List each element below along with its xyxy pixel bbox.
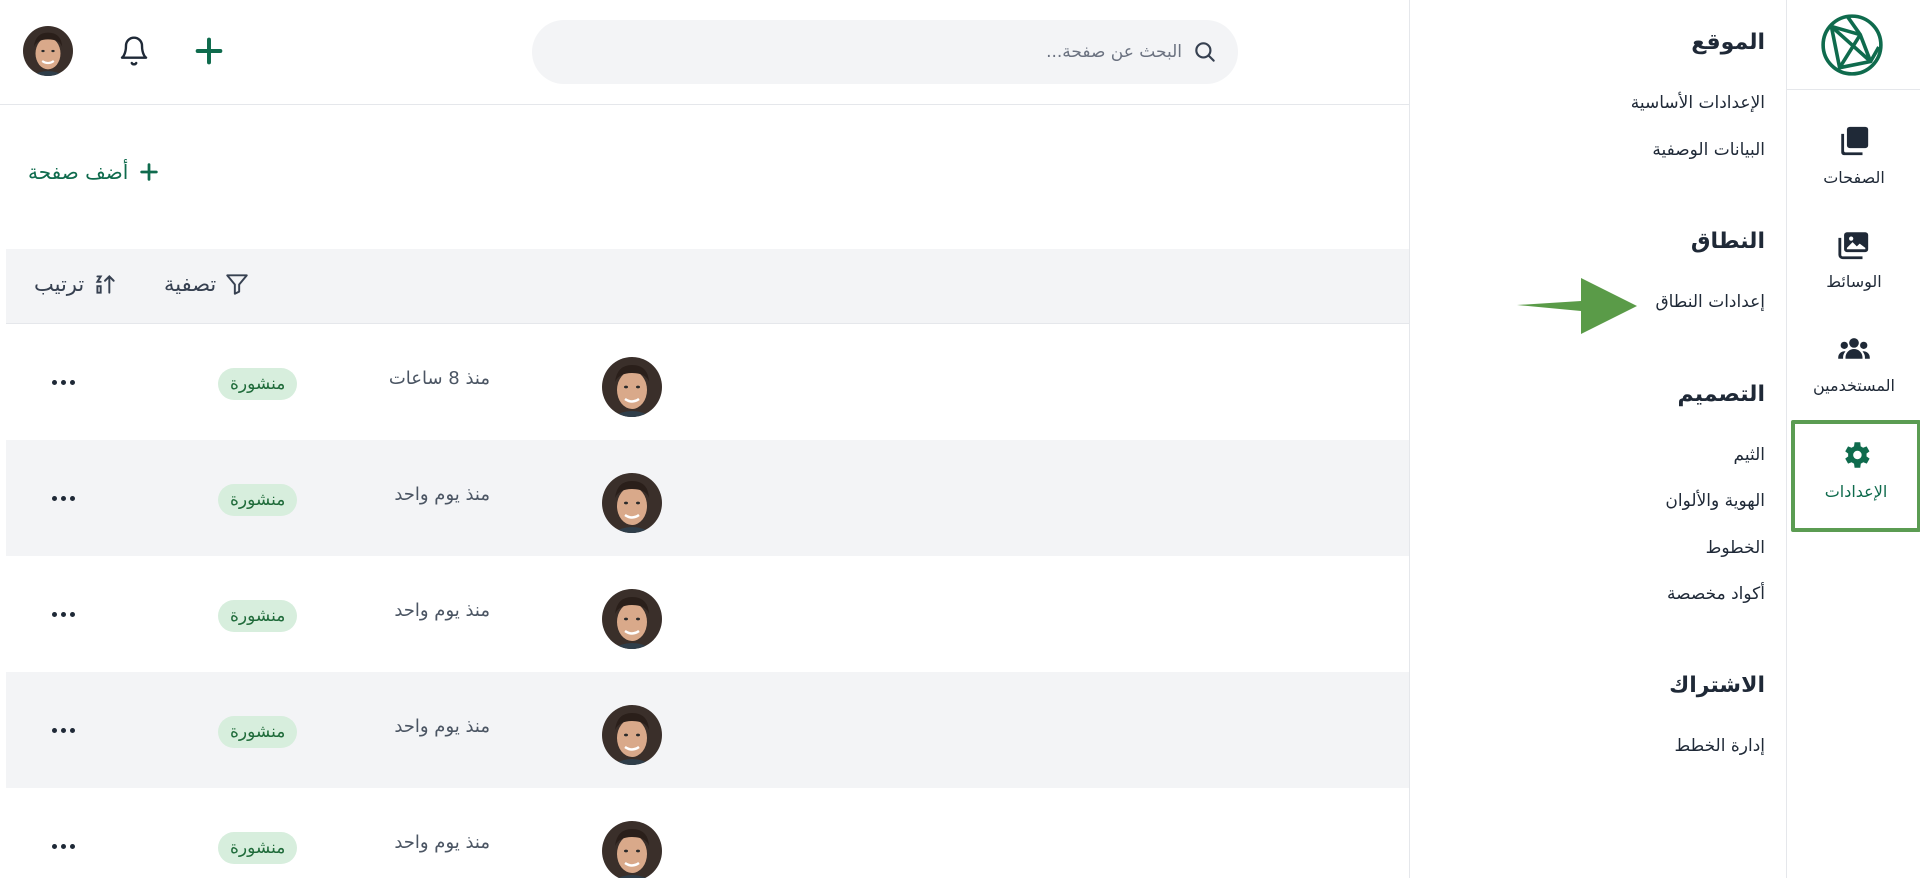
status-badge: منشورة — [218, 600, 298, 632]
icon-rail: الصفحات الوسائط المستخدمين الإعدادات — [1786, 0, 1920, 878]
menu-link-custom-code[interactable]: أكواد مخصصة — [1667, 584, 1765, 604]
gear-icon — [1839, 438, 1873, 472]
table-toolbar: تصفية ترتيب — [6, 249, 1409, 324]
filter-icon — [222, 269, 252, 299]
settings-menu: الموقع الإعدادات الأساسية البيانات الوصف… — [1409, 0, 1786, 878]
table-row[interactable]: منذ يوم واحد منشورة — [6, 788, 1409, 878]
menu-link-branding-colors[interactable]: الهوية والألوان — [1665, 491, 1765, 511]
bell-icon[interactable] — [118, 34, 150, 68]
menu-link-metadata[interactable]: البيانات الوصفية — [1652, 140, 1765, 160]
status-badge: منشورة — [218, 484, 298, 516]
plus-icon — [140, 163, 159, 181]
menu-link-domain-settings[interactable]: إعدادات النطاق — [1655, 292, 1765, 312]
menu-link-manage-plans[interactable]: إدارة الخطط — [1675, 736, 1766, 756]
add-icon[interactable] — [192, 34, 226, 68]
search-bar[interactable] — [532, 20, 1238, 84]
menu-link-basic-settings[interactable]: الإعدادات الأساسية — [1631, 93, 1765, 113]
rail-item-pages[interactable]: الصفحات — [1787, 124, 1920, 204]
annotation-arrow — [1517, 278, 1637, 334]
author-avatar — [602, 821, 662, 878]
author-avatar — [602, 705, 662, 765]
row-time: منذ يوم واحد — [394, 716, 490, 737]
menu-link-fonts[interactable]: الخطوط — [1706, 538, 1765, 558]
status-badge: منشورة — [218, 832, 298, 864]
filter-button[interactable]: تصفية — [164, 269, 252, 299]
table-row[interactable]: منذ يوم واحد منشورة — [6, 440, 1409, 556]
users-icon — [1837, 332, 1871, 366]
menu-link-theme[interactable]: الثيم — [1734, 445, 1765, 465]
sort-icon — [90, 269, 120, 299]
section-design-title: التصميم — [1677, 382, 1765, 407]
section-subscription-title: الاشتراك — [1669, 673, 1765, 698]
top-bar — [0, 0, 1409, 105]
rail-label-settings: الإعدادات — [1824, 482, 1888, 501]
row-time: منذ يوم واحد — [394, 484, 490, 505]
rail-item-media[interactable]: الوسائط — [1787, 228, 1920, 308]
table-row[interactable]: منذ 8 ساعات منشورة — [6, 324, 1409, 440]
table-row[interactable]: منذ يوم واحد منشورة — [6, 672, 1409, 788]
rail-label-media: الوسائط — [1826, 272, 1882, 291]
rail-label-users: المستخدمين — [1813, 376, 1895, 395]
pages-icon — [1837, 124, 1871, 158]
rail-divider — [1787, 89, 1920, 90]
table-row[interactable]: منذ يوم واحد منشورة — [6, 556, 1409, 672]
author-avatar — [602, 473, 662, 533]
add-page-label: أضف صفحة — [28, 160, 129, 184]
section-domain-title: النطاق — [1690, 229, 1765, 254]
search-input[interactable] — [582, 42, 1182, 62]
rail-label-pages: الصفحات — [1823, 168, 1885, 187]
media-icon — [1837, 228, 1871, 262]
filter-label: تصفية — [164, 272, 217, 296]
author-avatar — [602, 357, 662, 417]
row-time: منذ يوم واحد — [394, 600, 490, 621]
more-options-icon[interactable] — [46, 718, 80, 742]
rail-item-users[interactable]: المستخدمين — [1787, 332, 1920, 412]
search-icon — [1195, 42, 1215, 62]
globe-logo-icon[interactable] — [1819, 12, 1885, 78]
sort-label: ترتيب — [34, 272, 85, 296]
author-avatar — [602, 589, 662, 649]
user-avatar[interactable] — [23, 26, 73, 76]
more-options-icon[interactable] — [46, 486, 80, 510]
more-options-icon[interactable] — [46, 370, 80, 394]
add-page-button[interactable]: أضف صفحة — [28, 160, 160, 184]
rail-item-settings[interactable]: الإعدادات — [1791, 420, 1920, 532]
status-badge: منشورة — [218, 716, 298, 748]
sort-button[interactable]: ترتيب — [34, 269, 120, 299]
more-options-icon[interactable] — [46, 602, 80, 626]
more-options-icon[interactable] — [46, 834, 80, 858]
status-badge: منشورة — [218, 368, 298, 400]
row-time: منذ 8 ساعات — [388, 368, 490, 389]
section-site-title: الموقع — [1691, 30, 1765, 55]
row-time: منذ يوم واحد — [394, 832, 490, 853]
